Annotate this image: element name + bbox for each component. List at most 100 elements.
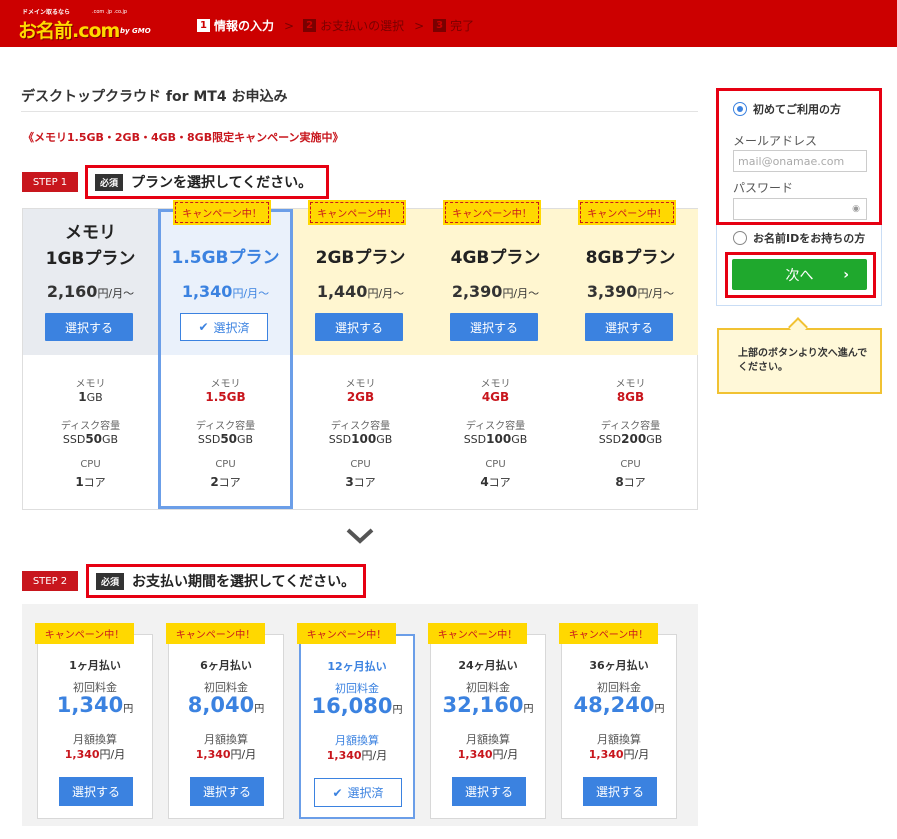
plan-name: メモリ: [65, 223, 116, 243]
price-value: 3,390: [586, 282, 638, 301]
step-number: 2: [303, 19, 317, 32]
monthly-unit: 円/月: [99, 748, 126, 761]
select-payment-button[interactable]: 選択する: [59, 777, 133, 806]
payment-period: 1ヶ月払い: [69, 659, 121, 672]
select-payment-button[interactable]: 選択する: [583, 777, 657, 806]
spec-value: 100: [486, 432, 512, 446]
spec-prefix: SSD: [328, 433, 352, 446]
payment-card-24month[interactable]: 24ヶ月払い 初回料金 32,160円 月額換算 1,340円/月 選択する: [430, 634, 546, 819]
fee-value: 32,160: [442, 693, 524, 717]
spec-memory: 1GB: [23, 390, 158, 404]
eye-icon[interactable]: ◉: [852, 204, 860, 214]
monthly-value: 1,340: [195, 748, 231, 761]
radio-selected[interactable]: [733, 102, 747, 116]
monthly-fee: 1,340円/月: [38, 746, 152, 762]
monthly-fee: 1,340円/月: [169, 746, 283, 762]
spec-value: 3: [345, 475, 354, 489]
select-payment-button[interactable]: 選択する: [190, 777, 264, 806]
spec-disk: SSD100GB: [293, 432, 428, 446]
fee-unit: 円: [654, 704, 665, 715]
payment-period: 6ヶ月払い: [200, 659, 252, 672]
first-fee: 8,040円: [169, 693, 283, 717]
monthly-value: 1,340: [457, 748, 493, 761]
select-payment-button[interactable]: 選択する: [452, 777, 526, 806]
spec-unit: コア: [488, 476, 511, 489]
spec-label-memory: メモリ: [75, 379, 106, 390]
monthly-label: 月額換算: [204, 733, 248, 746]
select-plan-button[interactable]: 選択する: [585, 313, 673, 341]
check-icon: ✔: [198, 320, 209, 334]
spec-unit: コア: [218, 476, 241, 489]
payment-card-36month[interactable]: 36ヶ月払い 初回料金 48,240円 月額換算 1,340円/月 選択する: [561, 634, 677, 819]
plan-price: 2,390円/月〜: [428, 282, 563, 301]
spec-label-cpu: CPU: [485, 459, 506, 470]
plan-price: 3,390円/月〜: [563, 282, 698, 301]
plan-name: 1.5GBプラン: [171, 248, 280, 268]
onamae-logo[interactable]: ドメイン取るなら .com .jp .co.jp お名前.com by GMO: [18, 7, 158, 42]
monthly-label: 月額換算: [466, 733, 510, 746]
next-button[interactable]: 次へ ›: [732, 259, 867, 290]
spec-unit: GB: [102, 433, 119, 446]
spec-unit: GB: [646, 433, 663, 446]
spec-unit: コア: [353, 476, 376, 489]
spec-value: 4GB: [481, 390, 510, 404]
spec-value: 2: [210, 475, 219, 489]
spec-prefix: SSD: [62, 433, 86, 446]
spec-value: 8: [615, 475, 624, 489]
monthly-fee: 1,340円/月: [301, 747, 413, 763]
plan-card-8gb[interactable]: 8GBプラン 3,390円/月〜 選択する メモリ 8GB ディスク容量 SSD…: [563, 209, 698, 509]
spec-memory: 2GB: [293, 390, 428, 404]
payment-period: 36ヶ月払い: [589, 659, 649, 672]
campaign-ribbon: キャンペーン中！: [428, 623, 527, 644]
plan-card-2gb[interactable]: 2GBプラン 1,440円/月〜 選択する メモリ 2GB ディスク容量 SSD…: [293, 209, 428, 509]
price-unit: 円/月〜: [637, 287, 675, 300]
price-value: 1,340: [181, 282, 233, 301]
first-time-option[interactable]: 初めてご利用の方: [733, 101, 841, 117]
select-plan-button[interactable]: 選択する: [315, 313, 403, 341]
password-field[interactable]: ◉: [733, 198, 867, 220]
plan-card-1-5gb[interactable]: 1.5GBプラン 1,340円/月〜 ✔ 選択済 メモリ 1.5GB ディスク容量…: [158, 209, 293, 509]
spec-label-disk: ディスク容量: [60, 421, 121, 432]
button-label: 選択済: [347, 786, 384, 800]
spec-disk: SSD50GB: [23, 432, 158, 446]
fee-unit: 円: [523, 704, 534, 715]
radio-unselected[interactable]: [733, 231, 747, 245]
monthly-unit: 円/月: [623, 748, 650, 761]
plan-grid: メモリ 1GBプラン 2,160円/月〜 選択する メモリ 1GB ディスク容量…: [22, 200, 698, 510]
payment-card-12month[interactable]: 12ヶ月払い 初回料金 16,080円 月額換算 1,340円/月 ✔ 選択済: [299, 634, 415, 819]
payment-card-6month[interactable]: 6ヶ月払い 初回料金 8,040円 月額換算 1,340円/月 選択する: [168, 634, 284, 819]
spec-label-cpu: CPU: [350, 459, 371, 470]
header-bar: ドメイン取るなら .com .jp .co.jp お名前.com by GMO …: [0, 0, 897, 47]
campaign-ribbon: キャンペーン中！: [35, 623, 134, 644]
spec-label-disk: ディスク容量: [330, 421, 391, 432]
selected-payment-button[interactable]: ✔ 選択済: [314, 778, 402, 807]
logo-gmo: by GMO: [120, 27, 151, 35]
existing-user-option[interactable]: お名前IDをお持ちの方: [733, 230, 865, 246]
campaign-ribbon: キャンペーン中！: [297, 623, 396, 644]
fee-unit: 円: [254, 704, 265, 715]
logo-tld: .com .jp .co.jp: [92, 9, 128, 15]
select-plan-button[interactable]: 選択する: [45, 313, 133, 341]
monthly-unit: 円/月: [361, 749, 388, 762]
step1-heading: プランを選択してください。: [131, 175, 313, 191]
email-field[interactable]: mail@onamae.com: [733, 150, 867, 172]
progress-step-3: 3 完了: [433, 17, 474, 34]
step-label: 完了: [450, 19, 475, 33]
plan-price: 1,440円/月〜: [293, 282, 428, 301]
payment-card-1month[interactable]: 1ヶ月払い 初回料金 1,340円 月額換算 1,340円/月 選択する: [37, 634, 153, 819]
selected-plan-button[interactable]: ✔ 選択済: [180, 313, 268, 341]
spec-cpu: 3コア: [293, 474, 428, 490]
plan-name: 4GBプラン: [450, 248, 541, 268]
step-label: お支払いの選択: [320, 19, 405, 33]
plan-card-1gb[interactable]: メモリ 1GBプラン 2,160円/月〜 選択する メモリ 1GB ディスク容量…: [23, 209, 158, 509]
price-unit: 円/月〜: [232, 287, 270, 300]
price-value: 2,390: [451, 282, 503, 301]
spec-cpu: 1コア: [23, 474, 158, 490]
campaign-ribbon: キャンペーン中！: [308, 200, 406, 225]
campaign-ribbon: キャンペーン中！: [166, 623, 265, 644]
chevron-down-icon: [346, 528, 374, 544]
spec-value: 4: [480, 475, 489, 489]
select-plan-button[interactable]: 選択する: [450, 313, 538, 341]
plan-card-4gb[interactable]: 4GBプラン 2,390円/月〜 選択する メモリ 4GB ディスク容量 SSD…: [428, 209, 563, 509]
next-label: 次へ: [785, 267, 814, 284]
